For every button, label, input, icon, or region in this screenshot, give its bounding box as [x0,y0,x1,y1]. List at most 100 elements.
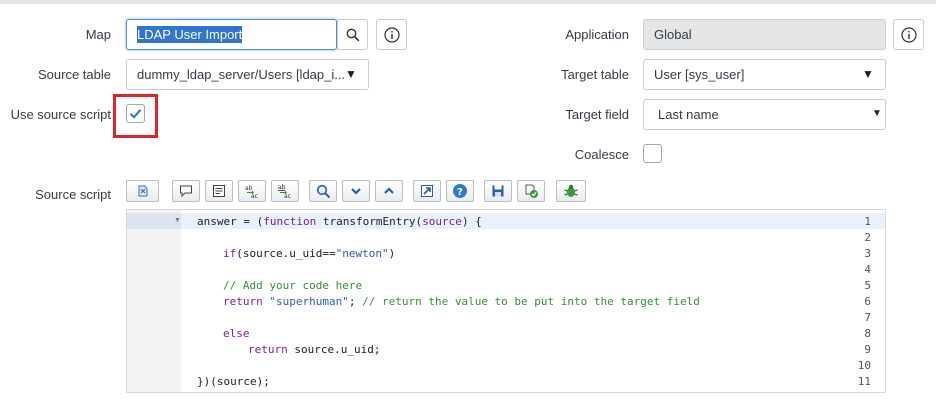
replace-all-icon: ab ac [278,184,291,199]
help-icon: ? [453,184,467,198]
checkmark-icon [129,109,142,119]
line-number: 1 [864,215,871,228]
application-value: Global [654,27,692,42]
application-field: Global [643,19,886,50]
search-icon [316,184,330,198]
use-source-script-label: Use source script [10,107,111,122]
code-line-3: if(source.u_uid=="newton") [223,247,395,260]
line-number: 9 [864,343,871,356]
code-keyword: return [223,295,263,308]
code-line-6: return "superhuman"; // return the value… [223,295,700,308]
code-line-9: return source.u_uid; [248,343,380,356]
replace-icon: ab ac [245,185,258,199]
code-editor[interactable]: 1 ▼ 2 3 4 5 6 7 8 9 10 11 answer = (func… [126,209,886,393]
svg-text:ab: ab [278,184,286,191]
map-label: Map [85,27,111,42]
line-number: 7 [864,311,871,324]
map-lookup-button[interactable] [337,19,368,50]
check-syntax-icon [525,184,538,198]
code-token: source.u_uid; [287,343,381,356]
map-info-button[interactable] [376,19,407,50]
info-icon [900,26,917,43]
line-number: 8 [864,327,871,340]
line-number: 10 [857,359,871,372]
svg-text:ac: ac [284,193,291,199]
fold-down-button[interactable] [342,180,370,202]
code-keyword: if [223,247,237,260]
map-input-value: LDAP User Import [137,26,243,43]
format-icon [213,185,225,197]
coalesce-checkbox[interactable] [643,144,662,163]
line-number: 2 [864,231,871,244]
save-button[interactable] [484,180,512,202]
application-label: Application [565,27,629,42]
svg-text:?: ? [457,187,463,198]
code-token: ) { [461,215,482,228]
script-include-button[interactable] [126,180,159,202]
search-icon [346,28,359,41]
fullscreen-icon [421,185,433,197]
replace-all-button[interactable]: ab ac [271,180,299,202]
code-line-8: else [223,327,250,340]
application-info-button[interactable] [893,19,924,50]
line-number: 6 [864,295,871,308]
map-input[interactable]: LDAP User Import [126,19,337,50]
fullscreen-button[interactable] [413,180,441,202]
line-number: 5 [864,279,871,292]
target-field-value: Last name [658,107,719,122]
help-button[interactable]: ? [446,180,474,202]
info-icon [383,26,400,43]
source-table-label: Source table [38,67,111,82]
coalesce-label: Coalesce [574,147,629,162]
target-field-label: Target field [565,107,629,122]
code-line-11: })(source); [197,375,270,388]
code-keyword: function [263,215,317,228]
comment-icon [180,185,192,198]
code-token: ) [388,247,396,260]
code-param: source [422,215,462,228]
comment-button[interactable] [172,180,200,202]
target-table-label: Target table [561,67,629,82]
code-string: "newton" [335,247,389,260]
svg-text:ab: ab [245,185,253,192]
top-border [0,0,936,4]
active-line-gutter [127,213,181,229]
line-number: 4 [864,263,871,276]
code-token: ; [348,295,363,308]
code-keyword: return [248,343,288,356]
fold-up-icon [384,187,394,194]
script-include-icon [138,185,147,197]
code-token: (source.u_uid== [236,247,336,260]
code-comment: // return the value to be put into the t… [362,295,700,308]
fold-arrow-icon[interactable]: ▼ [174,217,181,224]
svg-text:ac: ac [251,193,258,199]
replace-button[interactable]: ab ac [238,180,266,202]
source-table-select[interactable]: dummy_ldap_server/Users [ldap_i... [126,59,369,90]
line-number: 11 [857,375,871,388]
target-table-select[interactable]: User [sys_user] [643,59,886,90]
caret-down-icon: ▼ [872,108,882,119]
debug-icon [564,184,578,197]
fold-up-button[interactable] [375,180,403,202]
code-keyword: else [223,327,250,340]
source-table-value: dummy_ldap_server/Users [ldap_i... [137,67,346,82]
target-field-select[interactable]: Last name [643,99,886,130]
use-source-script-checkbox[interactable] [126,104,145,123]
source-script-label: Source script [35,187,111,202]
caret-down-icon: ▼ [345,67,357,81]
editor-gutter [127,210,181,392]
save-icon [492,185,504,197]
code-token: transformEntry( [316,215,423,228]
debug-button[interactable] [556,180,586,202]
caret-down-icon: ▼ [862,67,874,81]
check-syntax-button[interactable] [517,180,545,202]
format-button[interactable] [205,180,233,202]
code-line-5: // Add your code here [223,279,363,292]
line-number: 3 [864,247,871,260]
target-table-value: User [sys_user] [654,67,745,82]
code-line-1: answer = (function transformEntry(source… [197,215,482,228]
code-token: answer = ( [197,215,264,228]
search-code-button[interactable] [309,180,337,202]
code-string: "superhuman" [269,295,349,308]
fold-down-icon [351,188,361,195]
